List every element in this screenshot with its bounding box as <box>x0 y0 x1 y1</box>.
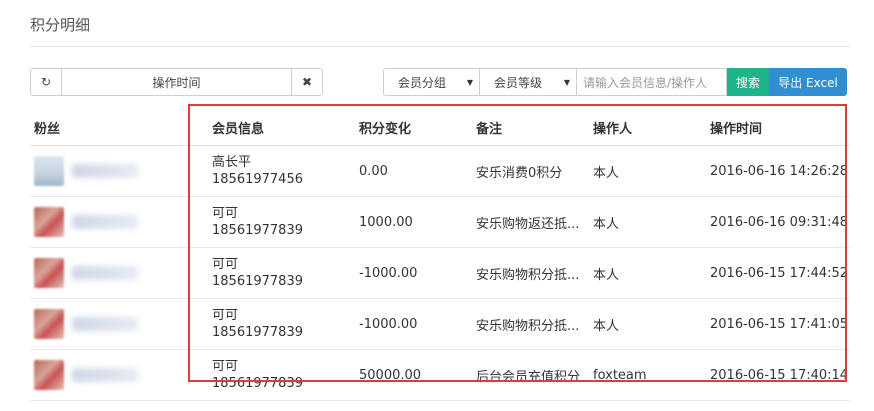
points-change: 50000.00 <box>359 367 422 383</box>
fan-cell <box>30 309 212 339</box>
member-info-cell: 高长平 18561977456 <box>212 154 359 188</box>
date-range-field[interactable]: 操作时间 <box>62 69 291 95</box>
date-filter-group: ↻ 操作时间 ✖ <box>30 68 323 96</box>
member-phone: 18561977839 <box>212 325 303 340</box>
header-note[interactable]: 备注 <box>476 118 593 137</box>
blurred-nickname <box>72 266 138 280</box>
blurred-nickname <box>72 368 138 382</box>
points-detail-table: 粉丝 会员信息 积分变化 备注 操作人 操作时间 高长平 18561977456… <box>30 110 850 401</box>
table-row[interactable]: 可可 18561977839 -1000.00 安乐购物积分抵... 本人 20… <box>30 248 850 299</box>
blurred-nickname <box>72 215 138 229</box>
fan-cell <box>30 156 212 186</box>
avatar <box>34 258 64 288</box>
operator: 本人 <box>593 267 620 283</box>
avatar <box>34 156 64 186</box>
operator: foxteam <box>593 367 647 383</box>
points-change: -1000.00 <box>359 316 418 332</box>
header-operator[interactable]: 操作人 <box>593 118 710 137</box>
member-phone: 18561977839 <box>212 274 303 289</box>
member-filter-group: 会员分组 ▼ 会员等级 ▼ 请输入会员信息/操作人 搜索 导出 Excel <box>383 68 847 96</box>
header-fans[interactable]: 粉丝 <box>30 118 212 137</box>
operator: 本人 <box>593 165 620 181</box>
operation-time: 2016-06-15 17:41:05 <box>710 316 849 332</box>
member-info-cell: 可可 18561977839 <box>212 358 359 392</box>
member-phone: 18561977839 <box>212 223 303 238</box>
points-change: 0.00 <box>359 163 388 179</box>
blurred-nickname <box>72 164 138 178</box>
operator: 本人 <box>593 318 620 334</box>
search-input[interactable]: 请输入会员信息/操作人 <box>577 68 727 96</box>
operation-time: 2016-06-15 17:40:14 <box>710 367 849 383</box>
member-info-cell: 可可 18561977839 <box>212 307 359 341</box>
search-button[interactable]: 搜索 <box>727 68 769 96</box>
avatar <box>34 309 64 339</box>
fan-cell <box>30 258 212 288</box>
operator: 本人 <box>593 216 620 232</box>
table-row[interactable]: 可可 18561977839 -1000.00 安乐购物积分抵... 本人 20… <box>30 299 850 350</box>
member-name: 可可 <box>212 308 239 323</box>
export-excel-button[interactable]: 导出 Excel <box>769 68 847 96</box>
member-level-select[interactable]: 会员等级 ▼ <box>480 68 577 96</box>
note: 安乐购物返还抵... <box>476 216 580 232</box>
note: 安乐消费0积分 <box>476 165 563 181</box>
title-divider <box>30 46 850 47</box>
points-change: -1000.00 <box>359 265 418 281</box>
member-phone: 18561977456 <box>212 172 303 187</box>
table-row[interactable]: 可可 18561977839 1000.00 安乐购物返还抵... 本人 201… <box>30 197 850 248</box>
note: 后台会员充值积分 <box>476 369 581 385</box>
header-operation-time[interactable]: 操作时间 <box>710 118 850 137</box>
operation-time: 2016-06-16 09:31:48 <box>710 214 849 230</box>
avatar <box>34 360 64 390</box>
fan-cell <box>30 360 212 390</box>
member-name: 可可 <box>212 257 239 272</box>
member-phone: 18561977839 <box>212 376 303 391</box>
member-group-select[interactable]: 会员分组 ▼ <box>383 68 480 96</box>
table-row[interactable]: 高长平 18561977456 0.00 安乐消费0积分 本人 2016-06-… <box>30 146 850 197</box>
member-name: 高长平 <box>212 155 252 170</box>
close-icon[interactable]: ✖ <box>291 69 322 95</box>
refresh-icon[interactable]: ↻ <box>31 69 62 95</box>
fan-cell <box>30 207 212 237</box>
blurred-nickname <box>72 317 138 331</box>
header-member-info[interactable]: 会员信息 <box>212 118 359 137</box>
caret-down-icon: ▼ <box>563 77 570 87</box>
operation-time: 2016-06-16 14:26:28 <box>710 163 849 179</box>
points-change: 1000.00 <box>359 214 413 230</box>
page-title: 积分明细 <box>30 16 91 34</box>
member-name: 可可 <box>212 206 239 221</box>
member-name: 可可 <box>212 359 239 374</box>
caret-down-icon: ▼ <box>466 77 473 87</box>
table-row[interactable]: 可可 18561977839 50000.00 后台会员充值积分 foxteam… <box>30 350 850 401</box>
note: 安乐购物积分抵... <box>476 267 580 283</box>
header-points-change[interactable]: 积分变化 <box>359 118 476 137</box>
member-level-select-label: 会员等级 <box>494 75 543 90</box>
member-group-select-label: 会员分组 <box>398 75 447 90</box>
table-header-row: 粉丝 会员信息 积分变化 备注 操作人 操作时间 <box>30 110 850 146</box>
member-info-cell: 可可 18561977839 <box>212 205 359 239</box>
member-info-cell: 可可 18561977839 <box>212 256 359 290</box>
avatar <box>34 207 64 237</box>
note: 安乐购物积分抵... <box>476 318 580 334</box>
operation-time: 2016-06-15 17:44:52 <box>710 265 849 281</box>
